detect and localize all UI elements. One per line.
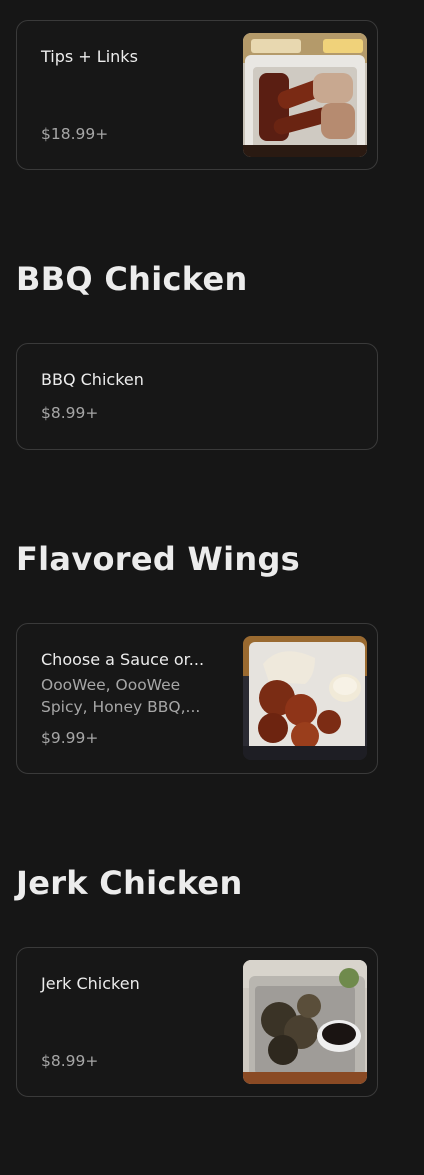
- menu-item-description-line: OooWee, OooWee: [41, 676, 181, 694]
- menu-item-photo: [243, 636, 367, 760]
- menu-item-description-line: Spicy, Honey BBQ,...: [41, 698, 201, 716]
- menu-item-name: Tips + Links: [41, 47, 138, 66]
- menu-item-card-flavored-wings[interactable]: Choose a Sauce or... OooWee, OooWee Spic…: [16, 623, 378, 774]
- menu-item-price: $8.99+: [41, 1052, 99, 1070]
- menu-item-card-tips-links[interactable]: Tips + Links $18.99+: [16, 20, 378, 170]
- menu-item-card-jerk-chicken[interactable]: Jerk Chicken $8.99+: [16, 947, 378, 1097]
- menu-item-photo: [243, 960, 367, 1084]
- section-title-flavored-wings: Flavored Wings: [16, 540, 300, 578]
- menu-item-description: OooWee, OooWee Spicy, Honey BBQ,...: [41, 674, 213, 718]
- menu-item-photo: [243, 33, 367, 157]
- menu-item-price: $9.99+: [41, 729, 99, 747]
- section-title-bbq-chicken: BBQ Chicken: [16, 260, 248, 298]
- menu-item-price: $8.99+: [41, 404, 99, 422]
- menu-item-name: Jerk Chicken: [41, 974, 140, 993]
- menu-item-name: BBQ Chicken: [41, 370, 144, 389]
- menu-item-price: $18.99+: [41, 125, 109, 143]
- menu-item-card-bbq-chicken[interactable]: BBQ Chicken $8.99+: [16, 343, 378, 450]
- menu-page: Tips + Links $18.99+ BBQ Chicken BBQ Chi…: [0, 0, 424, 1175]
- section-title-jerk-chicken: Jerk Chicken: [16, 864, 243, 902]
- menu-item-name: Choose a Sauce or...: [41, 650, 205, 669]
